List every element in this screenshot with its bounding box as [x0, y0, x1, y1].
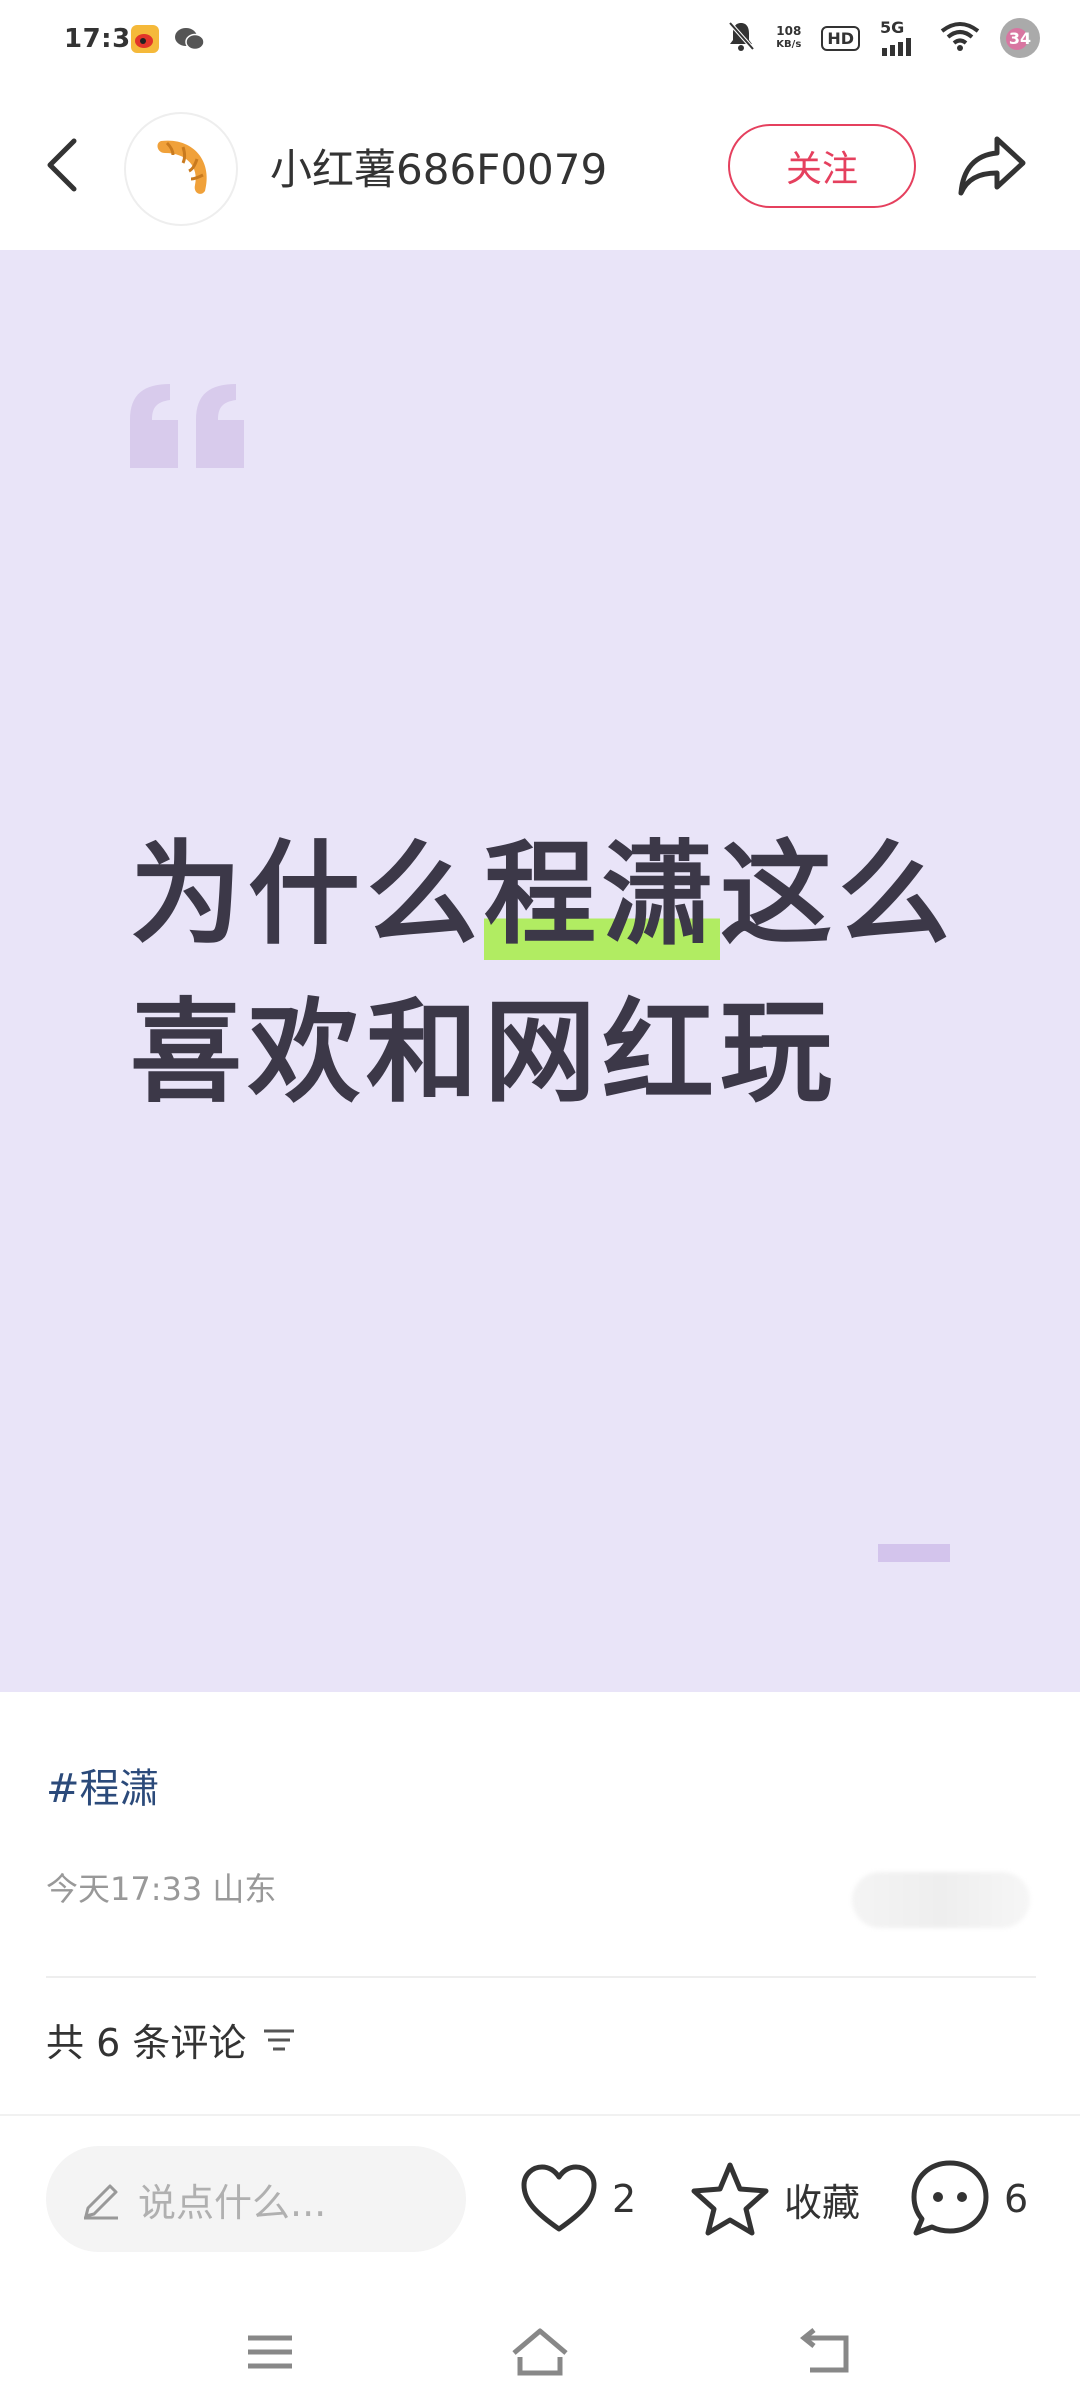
- net-speed: 108 KB/s: [776, 24, 801, 52]
- back-icon: [47, 138, 77, 192]
- mute-icon: [726, 20, 756, 56]
- status-right-icons: 108 KB/s HD 5G 34: [726, 18, 1040, 58]
- system-nav-bar: [0, 2300, 1080, 2408]
- pencil-icon: [84, 2184, 118, 2220]
- signal-5g: 5G: [880, 20, 920, 56]
- comment-input[interactable]: 说点什么...: [46, 2146, 466, 2252]
- comment-count-header[interactable]: 共 6 条评论: [46, 2012, 296, 2067]
- status-bar: 17:39 108 KB/s HD 5G 34: [0, 0, 1080, 86]
- status-app-icons: [130, 24, 206, 58]
- wechat-icon: [174, 25, 206, 57]
- back-nav-button[interactable]: [794, 2320, 858, 2384]
- post-title: 为什么程潇这么喜欢和网红玩: [130, 816, 990, 1132]
- battery-indicator: 34: [1000, 18, 1040, 58]
- hashtag-link[interactable]: #程潇: [46, 1756, 160, 1814]
- quote-icon: [126, 380, 250, 476]
- avatar-croissant-icon: [157, 140, 207, 194]
- filter-icon: [264, 2029, 295, 2050]
- back-nav-icon: [800, 2328, 849, 2373]
- follow-button[interactable]: 关注: [728, 124, 916, 208]
- comments-button[interactable]: 6: [910, 2156, 1028, 2242]
- author-name[interactable]: 小红薯686F0079: [270, 136, 607, 197]
- decorative-dash: [878, 1544, 950, 1562]
- home-icon: [512, 2328, 568, 2376]
- share-button[interactable]: [952, 128, 1032, 204]
- collect-label: 收藏: [784, 2180, 861, 2225]
- hd-badge: HD: [821, 25, 860, 51]
- comment-count-label: 共 6 条评论: [46, 2021, 247, 2065]
- net-speed-value: 108: [776, 24, 802, 38]
- star-icon: [691, 2162, 769, 2236]
- signal-bars-icon: [882, 38, 911, 56]
- title-highlight: 程潇: [484, 830, 720, 960]
- battery-level: 34: [1008, 28, 1032, 48]
- collect-button[interactable]: 收藏: [690, 2156, 860, 2242]
- heart-icon: [521, 2164, 597, 2232]
- divider: [0, 2114, 1080, 2116]
- blurred-element: [852, 1872, 1030, 1928]
- like-count: 2: [612, 2177, 637, 2221]
- menu-button[interactable]: [238, 2320, 302, 2384]
- home-button[interactable]: [508, 2320, 572, 2384]
- avatar[interactable]: [124, 112, 238, 226]
- post-header: 小红薯686F0079 关注: [0, 100, 1080, 250]
- share-icon: [958, 136, 1026, 196]
- wifi-icon: [940, 21, 980, 55]
- like-button[interactable]: 2: [520, 2156, 636, 2242]
- weibo-icon: [130, 24, 160, 58]
- post-meta: 今天17:33 山东: [46, 1870, 277, 1908]
- back-button[interactable]: [36, 130, 88, 200]
- divider: [46, 1976, 1036, 1978]
- title-part-1: 为什么: [130, 830, 484, 960]
- post-image-card[interactable]: 为什么程潇这么喜欢和网红玩: [0, 250, 1080, 1692]
- network-type: 5G: [880, 18, 905, 37]
- net-speed-unit: KB/s: [776, 39, 802, 50]
- comment-input-placeholder: 说点什么...: [138, 2180, 327, 2225]
- menu-icon: [248, 2335, 292, 2369]
- comment-bubble-icon: [911, 2160, 989, 2236]
- comment-count: 6: [1004, 2177, 1029, 2221]
